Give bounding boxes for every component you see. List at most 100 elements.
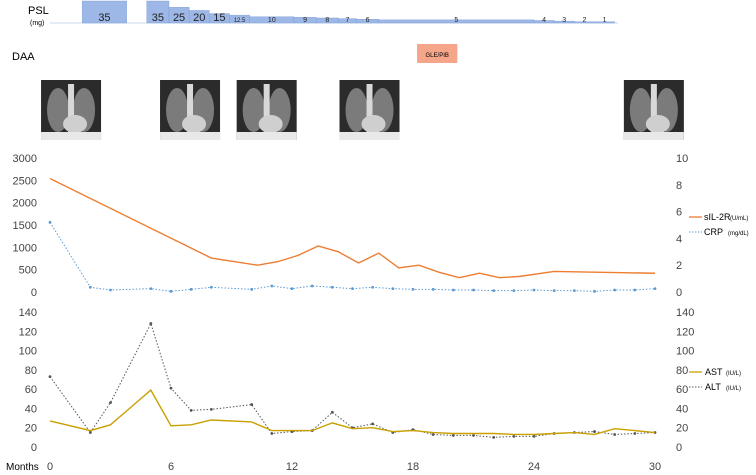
xray-heart xyxy=(63,115,88,133)
chest-xray-thumbnail xyxy=(236,80,297,140)
daa-bar: GLE/PIB xyxy=(417,44,458,63)
alt-point xyxy=(451,434,455,437)
crp-point xyxy=(512,289,516,293)
alt-point xyxy=(209,407,213,411)
alt-line xyxy=(49,322,656,438)
x-tick-label: 12 xyxy=(286,461,298,473)
lower-panel-axes: 140 140 120 120 100 100 80 80 60 60 40 40 20 20 0 0 xyxy=(19,307,695,454)
crp-point xyxy=(653,287,657,291)
xray-diaphragm xyxy=(236,132,297,140)
psl-dose-label: 35 xyxy=(98,12,110,24)
crp-point xyxy=(552,289,556,293)
x-tick-label: 6 xyxy=(168,461,174,473)
x-axis: Months 0 6 12 18 24 30 xyxy=(6,461,661,473)
crp-point xyxy=(48,220,52,224)
crp-point xyxy=(431,287,435,291)
psl-dose-label: 4 xyxy=(542,17,546,24)
legend-alt-unit: (IU/L) xyxy=(726,386,741,392)
xray-heart xyxy=(258,115,283,133)
upper-left-tick-label: 0 xyxy=(31,287,37,299)
crp-point xyxy=(290,287,294,291)
lower-left-tick-label: 120 xyxy=(19,326,37,338)
x-tick-label: 24 xyxy=(528,461,540,473)
upper-panel-axes: 3000 2500 2000 1500 1000 500 0 10 8 6 4 2 0 xyxy=(13,153,689,299)
crp-point xyxy=(310,284,314,288)
psl-dose-label: 1 xyxy=(603,17,607,24)
legend-ast-name: AST xyxy=(705,367,723,377)
x-tick-label: 30 xyxy=(649,461,661,473)
lower-left-tick-label: 40 xyxy=(25,403,37,415)
lower-left-tick-label: 100 xyxy=(19,346,37,358)
lower-left-tick-label: 0 xyxy=(31,442,37,454)
crp-point xyxy=(593,289,596,293)
upper-legend: sIL-2R (U/mL) CRP (mg/dL) xyxy=(689,212,749,237)
alt-point xyxy=(250,403,254,406)
alt-point xyxy=(189,408,193,412)
crp-point xyxy=(472,288,475,292)
alt-point xyxy=(149,322,153,325)
upper-panel-series xyxy=(48,177,657,293)
alt-point xyxy=(88,431,92,434)
crp-point xyxy=(169,289,173,293)
lower-right-tick-label: 120 xyxy=(676,326,694,338)
treatment-course-chart: PSL (mg) 35 35 25 20 15 12.5 10 9 8 7 6 5 4 3 2 1 DAA G… xyxy=(6,0,749,473)
upper-left-tick-label: 2500 xyxy=(13,175,37,187)
legend-sil2r-name: sIL-2R xyxy=(704,212,731,222)
psl-dose-label: 7 xyxy=(346,17,350,24)
crp-point xyxy=(250,287,254,291)
psl-unit: (mg) xyxy=(30,20,44,27)
crp-point xyxy=(451,288,455,292)
upper-left-tick-label: 1500 xyxy=(13,220,37,232)
psl-dose-label: 12.5 xyxy=(234,18,246,24)
lower-right-tick-label: 20 xyxy=(676,423,688,435)
lower-right-tick-label: 60 xyxy=(676,384,688,396)
alt-point xyxy=(48,375,52,379)
crp-point xyxy=(149,287,153,291)
psl-dose-label: 20 xyxy=(193,12,205,24)
alt-point xyxy=(492,435,496,439)
alt-point xyxy=(270,432,274,435)
crp-point xyxy=(572,289,576,293)
alt-point xyxy=(109,401,112,405)
x-tick-label: 0 xyxy=(47,461,53,473)
upper-left-tick-label: 3000 xyxy=(13,153,37,165)
xray-heart xyxy=(645,115,670,133)
crp-point xyxy=(88,285,92,289)
xray-heart xyxy=(361,115,386,133)
upper-left-tick-label: 2000 xyxy=(13,198,37,210)
upper-left-tick-label: 1000 xyxy=(13,242,37,254)
xray-diaphragm xyxy=(41,132,102,140)
psl-label: PSL xyxy=(28,5,49,17)
lower-right-tick-label: 140 xyxy=(676,307,694,319)
chest-xray-thumbnail xyxy=(160,80,221,140)
alt-point xyxy=(472,434,475,437)
legend-crp-name: CRP xyxy=(704,227,723,237)
alt-point xyxy=(593,430,596,433)
upper-left-tick-label: 500 xyxy=(19,265,37,277)
legend-alt-name: ALT xyxy=(705,382,721,392)
psl-dose-label: 25 xyxy=(173,12,185,24)
xray-heart xyxy=(182,115,207,133)
alt-point xyxy=(169,386,173,390)
lower-left-tick-label: 20 xyxy=(25,423,37,435)
crp-point xyxy=(209,285,213,289)
alt-point xyxy=(330,410,334,414)
crp-point xyxy=(532,288,536,292)
crp-point xyxy=(633,288,637,292)
crp-point xyxy=(270,284,274,288)
crp-point xyxy=(109,288,112,292)
psl-dose-label: 3 xyxy=(562,17,566,24)
daa-label: DAA xyxy=(12,51,35,63)
x-tick-label: 18 xyxy=(407,461,419,473)
alt-point xyxy=(613,433,617,436)
crp-point xyxy=(613,288,617,292)
lower-right-tick-label: 0 xyxy=(676,442,682,454)
psl-dose-label: 35 xyxy=(152,12,164,24)
daa-drug-label: GLE/PIB xyxy=(426,53,449,59)
upper-right-tick-label: 2 xyxy=(676,260,682,272)
psl-dose-label: 15 xyxy=(213,12,225,24)
upper-right-tick-label: 8 xyxy=(676,180,682,192)
legend-sil2r-unit: (U/mL) xyxy=(730,216,748,222)
xray-diaphragm xyxy=(339,132,400,140)
lower-panel-series xyxy=(48,322,657,439)
